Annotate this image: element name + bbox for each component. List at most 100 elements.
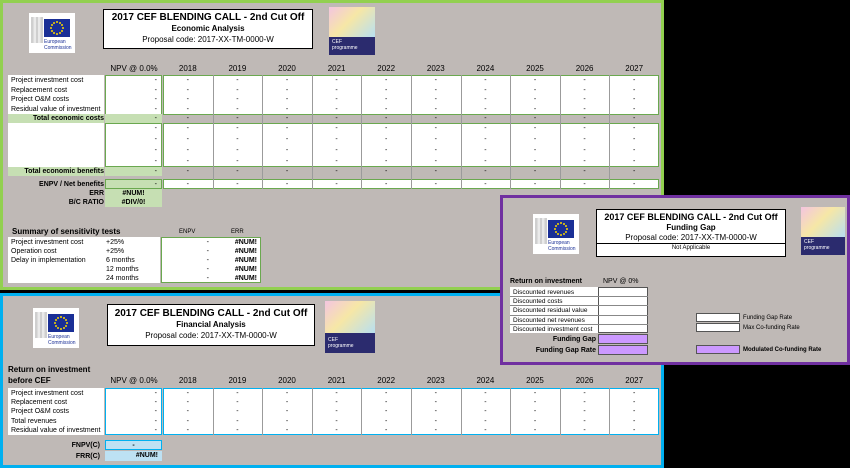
grid-cell-value: - <box>484 390 487 397</box>
grid-cell-value: - <box>335 181 338 188</box>
sensitivity-err-value: #NUM! <box>234 248 257 255</box>
year-header: 2020 <box>278 64 296 73</box>
year-header: 2022 <box>377 64 396 73</box>
total-economic-benefits-label: Total economic benefits <box>8 167 104 176</box>
flag-star-icon <box>60 327 62 330</box>
flag-star-icon <box>53 21 56 24</box>
roi-label: Return on investment <box>8 365 91 374</box>
bc-ratio-label: B/C RATIO <box>68 199 104 206</box>
grid-cell-value: - <box>285 147 289 154</box>
grid-cell-value: - <box>385 426 388 434</box>
grid-cell-value: - <box>583 157 586 165</box>
roi-before-cef-label: before CEF <box>8 376 51 385</box>
grid-cell-value: - <box>335 417 338 425</box>
grid-cell-value: - <box>186 125 189 132</box>
row-label: Project investment cost <box>11 77 84 84</box>
grid-cell-value: - <box>335 125 338 132</box>
economic-subtitle: Economic Analysis <box>171 24 245 33</box>
row-divider <box>510 296 648 298</box>
grid-cell-value: - <box>236 390 239 397</box>
grid-cell-value: - <box>484 399 487 407</box>
frr-label: FRR(C) <box>75 453 100 460</box>
grid-cell-value: - <box>484 105 487 113</box>
npv-cell-value: - <box>154 77 157 84</box>
grid-cell-value: - <box>633 426 636 434</box>
funding-gap-value <box>598 334 648 344</box>
grid-cell-value: - <box>285 399 289 407</box>
year-header: 2023 <box>426 376 445 385</box>
sensitivity-enpv-value: - <box>206 239 209 246</box>
grid-cell-value: - <box>186 181 189 188</box>
grid-cell-value: - <box>335 77 338 84</box>
grid-cell-value: - <box>236 86 239 94</box>
sensitivity-enpv-value: - <box>206 257 209 264</box>
grid-cell-value: - <box>385 136 388 143</box>
grid-cell-value: - <box>633 181 636 188</box>
financial-subtitle: Financial Analysis <box>176 320 246 329</box>
grid-cell-value: - <box>583 77 586 84</box>
grid-cell-value: - <box>285 417 289 425</box>
side-funding-gap-rate-label: Funding Gap Rate <box>743 315 793 321</box>
row-label: Total revenues <box>11 417 57 425</box>
grid-cell-value: - <box>236 399 239 407</box>
flag-star-icon <box>61 27 64 29</box>
grid-cell-value: - <box>583 147 586 154</box>
eu-flag-icon <box>548 220 574 238</box>
grid-cell-value: - <box>434 426 437 434</box>
grid-cell-value: - <box>186 399 189 407</box>
funding-proposal-code: Proposal code: 2017-XX-TM-0000-W <box>625 233 757 242</box>
grid-cell-value: - <box>434 115 437 122</box>
grid-cell-value: - <box>385 115 388 122</box>
npv-cell-value: - <box>154 426 157 434</box>
year-header: 2027 <box>625 64 644 73</box>
grid-cell-value: - <box>533 426 537 434</box>
npv-cell-value: - <box>154 408 157 416</box>
row-label: Project investment cost <box>11 390 84 397</box>
grid-cell-value: - <box>533 417 537 425</box>
grid-cell-value: - <box>285 96 289 103</box>
npv-cell-value: - <box>154 399 157 407</box>
grid-cell-value: - <box>484 181 487 188</box>
grid-cell-value: - <box>583 390 586 397</box>
financial-npv-header: NPV @ 0.0% <box>110 376 158 385</box>
grid-cell-value: - <box>236 105 239 113</box>
grid-cell-value: - <box>583 399 586 407</box>
grid-cell-value: - <box>533 408 537 416</box>
grid-cell-value: - <box>633 417 636 425</box>
flag-star-icon <box>560 222 562 225</box>
grid-cell-value: - <box>186 168 189 175</box>
grid-cell-value: - <box>484 147 487 154</box>
row-label: Residual value of investment <box>11 426 101 434</box>
grid-cell-value: - <box>236 136 239 143</box>
flag-star-icon <box>50 27 53 29</box>
npv-cell-value: - <box>154 105 157 113</box>
grid-cell-value: - <box>385 96 388 103</box>
npv-cell-value: - <box>154 136 157 143</box>
grid-cell-value: - <box>484 125 487 132</box>
row-label: Project O&M costs <box>11 408 69 416</box>
grid-cell-value: - <box>484 426 487 434</box>
npv-cell-value: - <box>154 96 157 103</box>
row-divider <box>510 323 648 325</box>
year-header: 2021 <box>327 64 346 73</box>
flag-star-icon <box>65 324 68 327</box>
flag-star-icon <box>54 319 57 322</box>
sensitivity-row-param: 12 months <box>106 266 139 273</box>
ec-logo: European Commission <box>29 13 75 53</box>
financial-title: 2017 CEF BLENDING CALL - 2nd Cut Off <box>114 308 308 319</box>
grid-cell-value: - <box>285 168 289 175</box>
grid-cell-value: - <box>434 408 437 416</box>
grid-cell-value: - <box>285 86 289 94</box>
ec-logo: European Commission <box>33 308 79 348</box>
grid-cell-value: - <box>385 157 388 165</box>
fnpv-label: FNPV(C) <box>71 442 100 449</box>
funding-gap-rate-label: Funding Gap Rate <box>535 347 596 354</box>
npv-cell-value: - <box>154 125 157 132</box>
total-economic-costs-label: Total economic costs <box>8 114 104 123</box>
funding-npv-header: NPV @ 0% <box>603 278 639 285</box>
year-header: 2024 <box>476 376 495 385</box>
grid-cell-value: - <box>533 399 537 407</box>
sensitivity-enpv-header: ENPV <box>179 229 196 235</box>
grid-cell-value: - <box>186 147 189 154</box>
year-header: 2019 <box>228 64 247 73</box>
